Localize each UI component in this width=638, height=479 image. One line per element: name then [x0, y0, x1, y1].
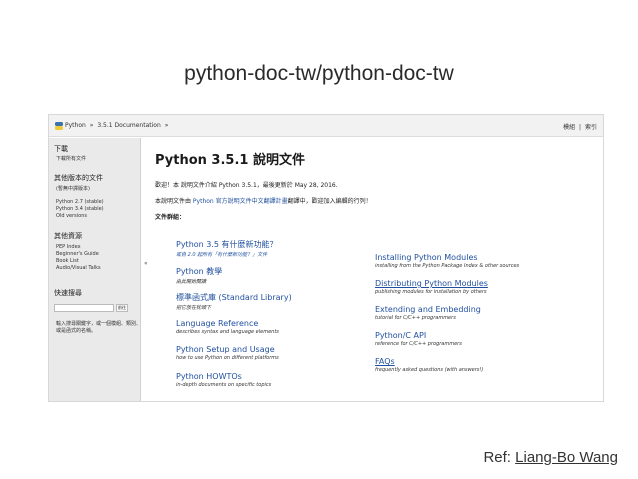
- doc-section-description: frequently asked questions (with answers…: [375, 367, 484, 373]
- doc-section-link[interactable]: Python/C API: [375, 331, 462, 340]
- versions-note: (暫無中譯版本): [56, 186, 90, 192]
- doc-section-link[interactable]: FAQs: [375, 357, 483, 366]
- search-hint: 或是函式的名稱。: [56, 328, 97, 334]
- doc-section-description: tutorial for C/C++ programmers: [375, 315, 456, 321]
- breadcrumb-docs[interactable]: 3.5.1 Documentation: [97, 122, 160, 129]
- download-heading: 下載: [54, 145, 68, 153]
- doc-section-description: publishing modules for installation by o…: [375, 289, 487, 295]
- doc-section-link[interactable]: Distributing Python Modules: [375, 279, 488, 288]
- doc-section-link[interactable]: Language Reference: [176, 319, 279, 328]
- breadcrumb: Python » 3.5.1 Documentation »: [65, 122, 170, 129]
- sections-label: 文件群組：: [155, 214, 186, 221]
- breadcrumb-separator: »: [89, 122, 94, 129]
- translation-project-link[interactable]: Python 官方說明文件中文翻譯計畫: [193, 198, 288, 205]
- doc-section-link[interactable]: Python HOWTOs: [176, 372, 271, 381]
- doc-section-item: 標準函式庫 (Standard Library) 把它放在枕頭下: [176, 292, 292, 311]
- doc-section-item: Python HOWTOs in-depth documents on speci…: [176, 372, 271, 388]
- doc-section-description: describes syntax and language elements: [176, 328, 279, 335]
- reference-credit: Ref: Liang-Bo Wang: [483, 449, 618, 466]
- search-input[interactable]: [54, 304, 114, 312]
- doc-section-description: in-depth documents on specific topics: [176, 381, 272, 388]
- version-link[interactable]: Python 2.7 (stable): [56, 199, 104, 206]
- doc-section-description: 把它放在枕頭下: [176, 305, 212, 311]
- ref-prefix: Ref:: [483, 449, 516, 466]
- resource-link[interactable]: PEP Index: [56, 244, 81, 251]
- doc-section-link[interactable]: Python 教學: [176, 266, 222, 277]
- search-heading: 快速搜尋: [54, 289, 82, 297]
- doc-section-item: Distributing Python Modules publishing mo…: [375, 279, 488, 295]
- link-separator: |: [579, 124, 582, 131]
- ref-author-link[interactable]: Liang-Bo Wang: [515, 449, 618, 466]
- doc-section-link[interactable]: Python 3.5 有什麼新功能？: [176, 239, 278, 250]
- doc-topbar: Python » 3.5.1 Documentation » 模組 | 索引: [49, 115, 603, 137]
- doc-section-link[interactable]: Extending and Embedding: [375, 305, 481, 314]
- version-link[interactable]: Old versions: [56, 213, 87, 220]
- doc-section-item: Python 3.5 有什麼新功能？ 或自 2.0 起所有「有什麼新功能？」文件: [176, 239, 278, 258]
- doc-section-item: Python 教學 由此開始閱讀: [176, 266, 222, 285]
- doc-section-item: Installing Python Modules installing from…: [375, 253, 519, 269]
- translation-pre: 本說明文件由: [155, 198, 193, 205]
- doc-section-link[interactable]: 標準函式庫 (Standard Library): [176, 292, 292, 303]
- translation-text: 本說明文件由 Python 官方說明文件中文翻譯計畫翻譯中，歡迎加入編輯的行列！: [155, 196, 372, 205]
- search-go-button[interactable]: 前往: [116, 304, 128, 312]
- resources-heading: 其他資源: [54, 232, 82, 240]
- breadcrumb-python[interactable]: Python: [65, 122, 86, 129]
- resource-link[interactable]: Audio/Visual Talks: [56, 265, 101, 272]
- doc-section-description: how to use Python on different platforms: [176, 355, 279, 361]
- doc-section-item: Python Setup and Usage how to use Python …: [176, 345, 279, 361]
- doc-section-item: Python/C API reference for C/C++ programm…: [375, 331, 462, 347]
- translation-post: 翻譯中，歡迎加入編輯的行列！: [287, 198, 372, 205]
- download-all-link[interactable]: 下載所有文件: [56, 156, 86, 163]
- screenshot-window: Python » 3.5.1 Documentation » 模組 | 索引 下…: [48, 114, 604, 402]
- doc-section-item: FAQs frequently asked questions (with ans…: [375, 357, 483, 373]
- doc-section-link[interactable]: Installing Python Modules: [375, 253, 519, 262]
- sidebar: 下載 下載所有文件 其他版本的文件 (暫無中譯版本) Python 2.7 (s…: [49, 138, 142, 401]
- doc-section-description: 由此開始閱讀: [176, 278, 207, 285]
- resource-link[interactable]: Beginner's Guide: [56, 251, 99, 258]
- python-logo-icon: [55, 122, 63, 130]
- doc-section-description: reference for C/C++ programmers: [375, 341, 462, 347]
- version-link[interactable]: Python 3.4 (stable): [56, 206, 104, 213]
- resource-link[interactable]: Book List: [56, 258, 79, 265]
- index-link[interactable]: 索引: [585, 124, 597, 131]
- breadcrumb-separator: »: [164, 122, 169, 129]
- topbar-links: 模組 | 索引: [561, 122, 597, 131]
- page-title: Python 3.5.1 說明文件: [155, 153, 305, 168]
- collapse-sidebar-icon[interactable]: «: [144, 260, 148, 267]
- search-hint: 輸入搜尋關鍵字，或一個模組、類別、: [56, 321, 142, 327]
- doc-section-description: installing from the Python Package Index…: [375, 263, 520, 269]
- doc-section-description[interactable]: 或自 2.0 起所有「有什麼新功能？」文件: [176, 251, 278, 258]
- modules-link[interactable]: 模組: [563, 124, 575, 131]
- doc-section-item: Language Reference describes syntax and l…: [176, 319, 279, 335]
- slide-title: python-doc-tw/python-doc-tw: [184, 62, 454, 85]
- main-content: Python 3.5.1 說明文件 歡迎！本 說明文件介紹 Python 3.5…: [149, 138, 603, 401]
- doc-section-item: Extending and Embedding tutorial for C/C+…: [375, 305, 481, 321]
- doc-section-link[interactable]: Python Setup and Usage: [176, 345, 279, 354]
- welcome-text: 歡迎！本 說明文件介紹 Python 3.5.1，最後更新於 May 28, 2…: [155, 182, 338, 189]
- versions-heading: 其他版本的文件: [54, 174, 103, 182]
